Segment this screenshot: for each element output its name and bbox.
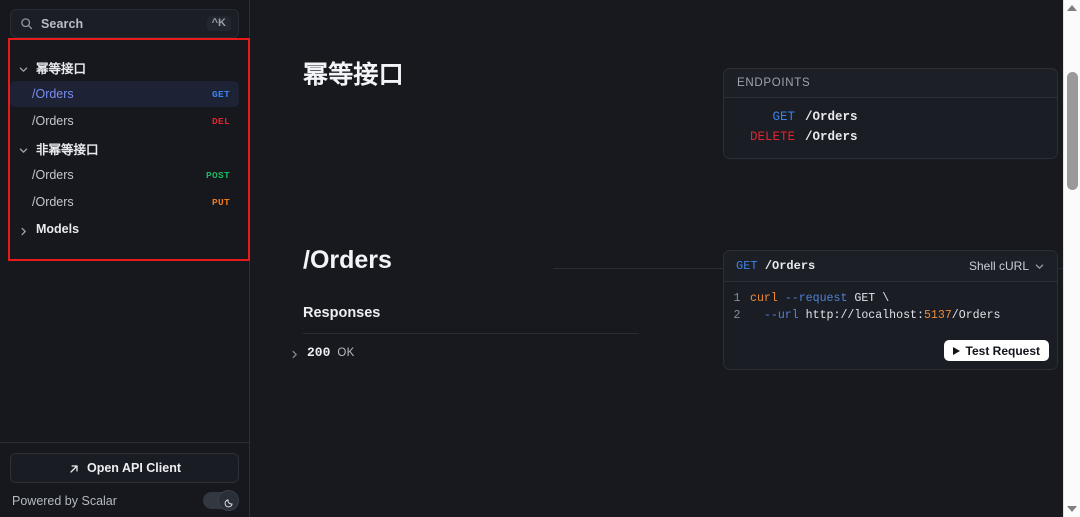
scrollbar-up-button[interactable]: [1064, 0, 1080, 16]
search-container: Search ^K: [0, 0, 249, 46]
code-sample-header: GET /Orders Shell cURL: [724, 251, 1057, 282]
response-status-text: OK: [337, 346, 355, 359]
code-line: 2 --url http://localhost:5137/Orders: [724, 307, 1057, 324]
app-root: Search ^K 幂等接口 /Orders GET /Orders DEL 非…: [0, 0, 1080, 517]
chevron-down-icon: [18, 62, 29, 73]
test-request-label: Test Request: [965, 343, 1040, 358]
endpoints-panel: ENDPOINTS GET /Orders DELETE /Orders: [723, 68, 1058, 159]
code-token: /Orders: [951, 309, 1001, 322]
code-line: 1 curl --request GET \: [724, 290, 1057, 307]
sidebar: Search ^K 幂等接口 /Orders GET /Orders DEL 非…: [0, 0, 250, 517]
code-line-number: 2: [733, 309, 741, 322]
sidebar-group-models[interactable]: Models: [10, 216, 239, 242]
sidebar-group-label: 幂等接口: [36, 61, 87, 76]
endpoint-method: DELETE: [749, 130, 795, 144]
sidebar-item-orders-post[interactable]: /Orders POST: [10, 162, 239, 188]
search-placeholder: Search: [41, 16, 84, 31]
operation-left-column: /Orders Responses 200 OK: [292, 246, 681, 370]
code-sample-body: 1 curl --request GET \ 2 --url http://lo…: [724, 282, 1057, 334]
code-sample-path: /Orders: [764, 259, 816, 273]
code-sample-method: GET: [736, 259, 758, 273]
overview-right-column: ENDPOINTS GET /Orders DELETE /Orders: [681, 55, 1062, 159]
sidebar-group-non-idempotent[interactable]: 非幂等接口: [10, 135, 239, 161]
play-icon: [952, 346, 960, 355]
main-content: 幂等接口 ENDPOINTS GET /Orders DELETE /Order…: [250, 0, 1080, 517]
sidebar-nav: 幂等接口 /Orders GET /Orders DEL 非幂等接口 /Orde…: [0, 46, 249, 442]
endpoints-panel-body: GET /Orders DELETE /Orders: [724, 98, 1057, 158]
open-api-client-button[interactable]: Open API Client: [10, 453, 239, 483]
code-token: --request: [784, 292, 848, 305]
code-sample-footer: Test Request: [724, 334, 1057, 369]
code-token: 5137: [923, 309, 952, 322]
sidebar-item-path: /Orders: [32, 114, 74, 128]
responses-heading: Responses: [303, 305, 381, 321]
scrollbar-thumb[interactable]: [1067, 72, 1078, 190]
language-selector-label: Shell cURL: [968, 259, 1029, 273]
sidebar-group-label: Models: [36, 222, 80, 236]
sidebar-item-path: /Orders: [32, 168, 74, 182]
vertical-scrollbar[interactable]: [1063, 0, 1080, 517]
endpoint-path: /Orders: [805, 110, 858, 124]
sidebar-group-idempotent[interactable]: 幂等接口: [10, 54, 239, 80]
endpoint-method: GET: [772, 110, 795, 124]
section-operation: /Orders Responses 200 OK GET /Orders She…: [250, 159, 1080, 370]
code-token: curl: [750, 292, 778, 305]
code-token: --url: [763, 309, 799, 322]
sidebar-item-method: DEL: [211, 115, 230, 127]
code-line-content: --url http://localhost:5137/Orders: [750, 307, 1001, 324]
language-selector[interactable]: Shell cURL: [969, 259, 1045, 273]
search-shortcut-badge: ^K: [206, 16, 231, 31]
operation-title: /Orders: [303, 246, 392, 274]
code-sample-endpoint: GET /Orders: [736, 259, 815, 273]
chevron-down-icon: [1034, 261, 1045, 272]
response-row-200[interactable]: 200 OK: [289, 345, 681, 360]
endpoints-panel-header: ENDPOINTS: [724, 69, 1057, 98]
sidebar-item-method: POST: [205, 169, 230, 181]
code-line-content: curl --request GET \: [750, 290, 889, 307]
triangle-down-icon: [1067, 506, 1077, 512]
sidebar-item-orders-get[interactable]: /Orders GET: [10, 81, 239, 107]
powered-by-row: Powered by Scalar: [10, 489, 239, 511]
overview-left-column: 幂等接口: [303, 55, 681, 159]
scrollbar-down-button[interactable]: [1064, 501, 1080, 517]
theme-toggle-knob: [218, 489, 239, 511]
sidebar-item-method: GET: [211, 88, 230, 100]
endpoint-path: /Orders: [805, 130, 858, 144]
sidebar-item-orders-put[interactable]: /Orders PUT: [10, 189, 239, 215]
triangle-up-icon: [1067, 5, 1077, 11]
endpoint-row[interactable]: DELETE /Orders: [737, 127, 1044, 147]
sidebar-group-label: 非幂等接口: [36, 142, 99, 157]
arrow-up-right-icon: [68, 462, 80, 474]
chevron-right-icon: [289, 347, 300, 359]
chevron-right-icon: [18, 224, 29, 235]
search-input[interactable]: Search ^K: [10, 9, 239, 38]
page-title: 幂等接口: [303, 61, 404, 89]
endpoint-row[interactable]: GET /Orders: [737, 107, 1044, 127]
responses-rule: [303, 333, 639, 334]
code-token: GET \: [847, 292, 890, 305]
code-token: http://localhost:: [798, 309, 924, 322]
sidebar-item-orders-del[interactable]: /Orders DEL: [10, 108, 239, 134]
sidebar-item-path: /Orders: [32, 195, 74, 209]
open-api-client-label: Open API Client: [87, 461, 181, 475]
moon-icon: [224, 495, 234, 508]
chevron-down-icon: [18, 143, 29, 154]
theme-toggle[interactable]: [203, 489, 239, 511]
powered-by-label: Powered by Scalar: [12, 493, 117, 508]
sidebar-item-path: /Orders: [32, 87, 74, 101]
code-line-number: 1: [733, 292, 741, 305]
search-icon: [20, 17, 33, 30]
test-request-button[interactable]: Test Request: [943, 340, 1049, 361]
sidebar-footer: Open API Client Powered by Scalar: [0, 442, 249, 517]
sidebar-item-method: PUT: [211, 196, 230, 208]
operation-right-column: GET /Orders Shell cURL 1 curl --request …: [681, 246, 1062, 370]
section-overview: 幂等接口 ENDPOINTS GET /Orders DELETE /Order…: [250, 0, 1080, 159]
response-status-code: 200: [307, 345, 331, 360]
code-sample-card: GET /Orders Shell cURL 1 curl --request …: [723, 250, 1058, 370]
